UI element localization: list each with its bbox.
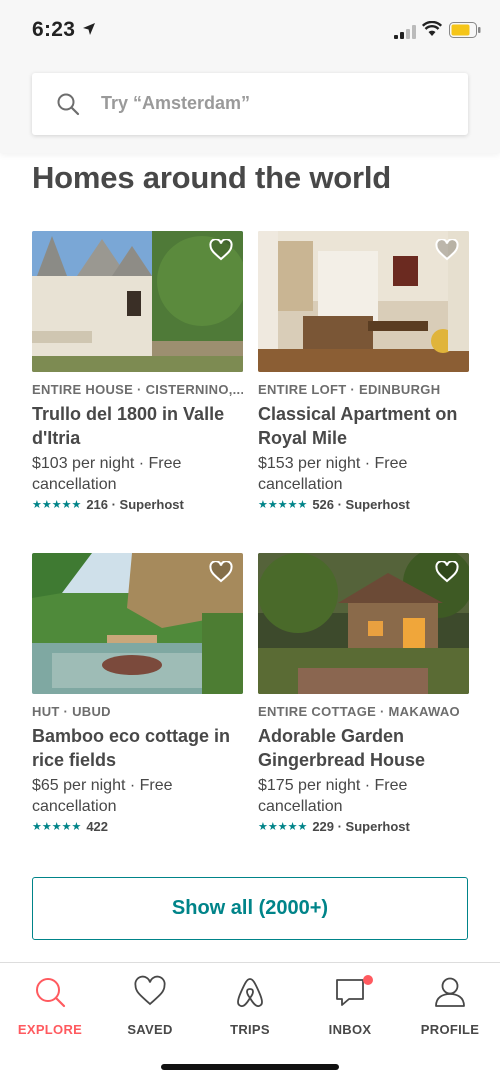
listing-title[interactable]: Trullo del 1800 in Valle d'Itria <box>32 402 243 450</box>
save-heart-icon[interactable] <box>209 239 233 261</box>
save-heart-icon[interactable] <box>435 561 459 583</box>
tab-label: TRIPS <box>230 1022 270 1037</box>
status-time: 6:23 <box>32 18 76 41</box>
chat-bubble-icon <box>336 979 364 1006</box>
home-indicator[interactable] <box>161 1064 339 1070</box>
location-arrow-icon <box>83 23 95 35</box>
listing-title[interactable]: Adorable Garden Gingerbread House <box>258 724 469 772</box>
tab-label: INBOX <box>328 1022 372 1037</box>
listing-price: $175 per night · Free cancellation <box>258 777 408 815</box>
star-rating-icon: ★★★★★ <box>258 499 308 511</box>
listing-type: HUT · UBUD <box>32 704 111 719</box>
listing-photo[interactable] <box>258 553 469 694</box>
listing-photo[interactable] <box>32 553 243 694</box>
listing-price: $153 per night · Free cancellation <box>258 455 408 493</box>
cellular-signal-icon <box>394 25 416 39</box>
tab-inbox[interactable]: INBOX <box>300 975 400 1037</box>
rating-count: 526 · Superhost <box>312 497 410 512</box>
listing-photo[interactable] <box>258 231 469 372</box>
tab-label: EXPLORE <box>17 1022 83 1037</box>
listing-type: ENTIRE COTTAGE · MAKAWAO <box>258 704 460 719</box>
star-rating-icon: ★★★★★ <box>258 821 308 833</box>
rating-count: 422 <box>86 819 109 834</box>
save-heart-icon[interactable] <box>209 561 233 583</box>
rating-count: 216 · Superhost <box>86 497 184 512</box>
tab-label: PROFILE <box>420 1022 480 1037</box>
listing-type: ENTIRE HOUSE · CISTERNINO,... <box>32 382 243 397</box>
notification-dot <box>363 975 373 985</box>
listing-card[interactable]: HUT · UBUD Bamboo eco cottage in rice fi… <box>32 553 243 834</box>
star-rating-icon: ★★★★★ <box>32 821 82 833</box>
save-heart-icon[interactable] <box>435 239 459 261</box>
tab-profile[interactable]: PROFILE <box>400 975 500 1037</box>
airbnb-logo-icon <box>237 978 263 1008</box>
tab-trips[interactable]: TRIPS <box>200 975 300 1037</box>
tab-label: SAVED <box>127 1022 173 1037</box>
status-bar: 6:23 <box>0 0 500 58</box>
section-title: Homes around the world <box>32 160 392 195</box>
tab-explore[interactable]: EXPLORE <box>0 975 100 1037</box>
listing-rating: ★★★★★ 216 · Superhost <box>32 497 243 512</box>
rating-count: 229 · Superhost <box>312 819 410 834</box>
listing-rating: ★★★★★ 229 · Superhost <box>258 819 469 834</box>
listing-card[interactable]: ENTIRE COTTAGE · MAKAWAO Adorable Garden… <box>258 553 469 834</box>
listing-price: $65 per night · Free cancellation <box>32 777 173 815</box>
search-input[interactable]: Try “Amsterdam” <box>101 93 250 114</box>
person-icon <box>435 977 465 1007</box>
listing-card[interactable]: ENTIRE HOUSE · CISTERNINO,... Trullo del… <box>32 231 243 512</box>
heart-icon <box>134 975 166 1006</box>
tab-saved[interactable]: SAVED <box>100 975 200 1037</box>
listing-card[interactable]: ENTIRE LOFT · EDINBURGH Classical Apartm… <box>258 231 469 512</box>
listing-price: $103 per night · Free cancellation <box>32 455 182 493</box>
listing-title[interactable]: Bamboo eco cottage in rice fields <box>32 724 243 772</box>
show-all-button[interactable]: Show all (2000+) <box>32 877 468 940</box>
star-rating-icon: ★★★★★ <box>32 499 82 511</box>
listing-type: ENTIRE LOFT · EDINBURGH <box>258 382 441 397</box>
search-bar[interactable]: Try “Amsterdam” <box>32 73 468 135</box>
listing-rating: ★★★★★ 422 <box>32 819 243 834</box>
listing-rating: ★★★★★ 526 · Superhost <box>258 497 469 512</box>
battery-icon <box>449 22 481 38</box>
search-icon <box>57 93 80 116</box>
wifi-icon <box>422 21 442 36</box>
listing-title[interactable]: Classical Apartment on Royal Mile <box>258 402 469 450</box>
listing-photo[interactable] <box>32 231 243 372</box>
search-icon <box>36 978 66 1008</box>
